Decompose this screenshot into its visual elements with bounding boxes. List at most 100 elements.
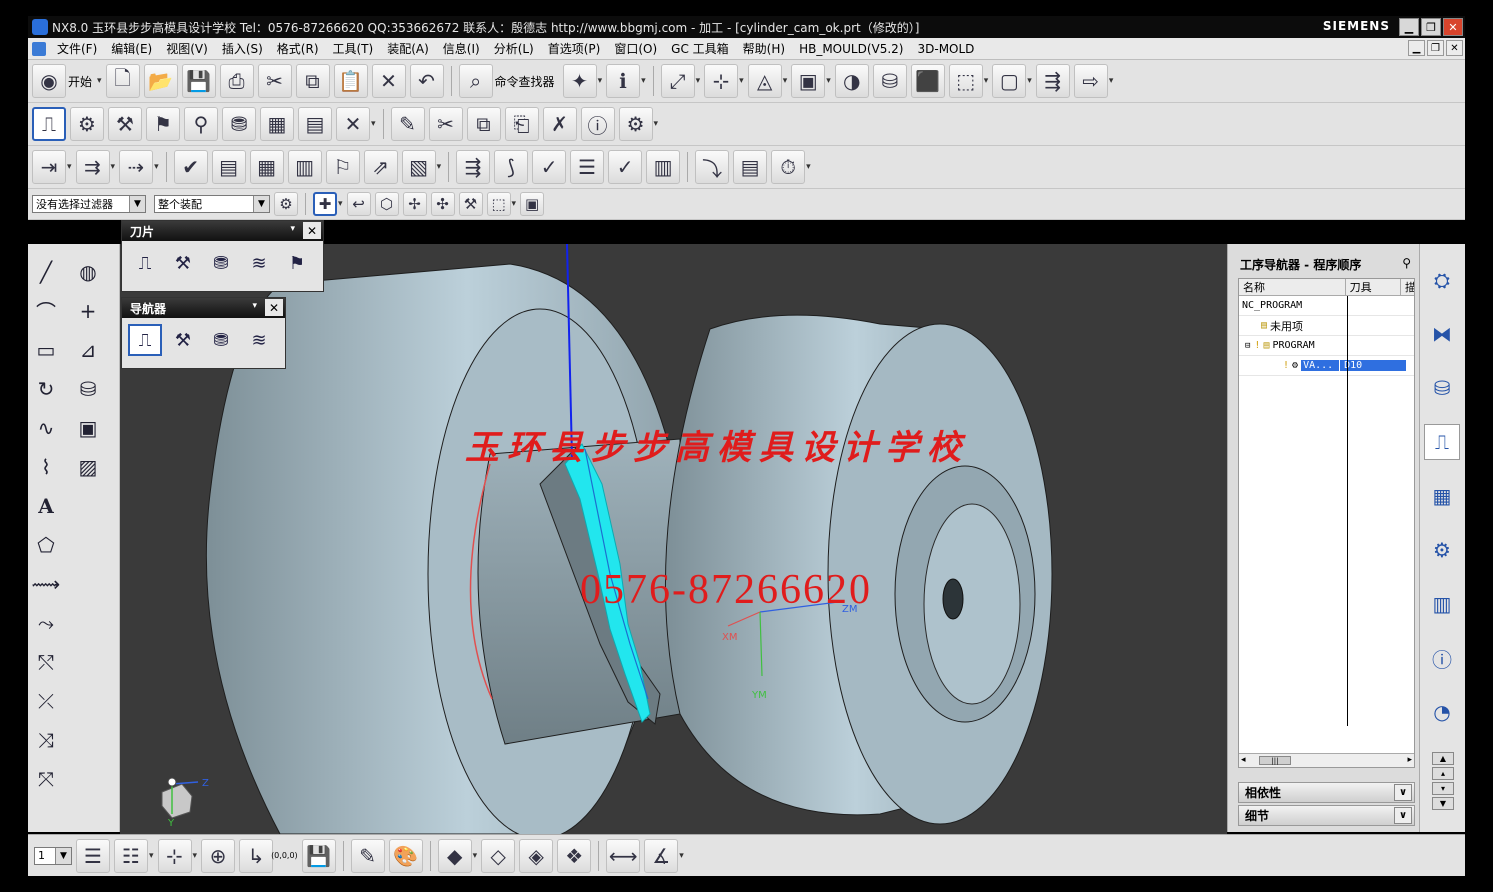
- geometry-view-icon[interactable]: ⛃: [204, 247, 238, 279]
- shaded-cube-icon[interactable]: ▣: [791, 64, 826, 98]
- cancel-icon[interactable]: ✕: [336, 107, 370, 141]
- system-info-icon[interactable]: ⓘ: [1424, 640, 1460, 676]
- import-icon[interactable]: ⤵: [695, 150, 730, 184]
- menu-file[interactable]: 文件(F): [50, 40, 104, 57]
- doc-close-button[interactable]: ✕: [1446, 40, 1463, 56]
- box-icon[interactable]: ▣: [72, 412, 104, 443]
- rectangle-icon[interactable]: ▭: [30, 334, 62, 365]
- type-filter-select[interactable]: 没有选择过滤器 ▼: [32, 195, 146, 213]
- properties-icon[interactable]: ⚙: [618, 107, 653, 141]
- scope-select[interactable]: 整个装配 ▼: [154, 195, 270, 213]
- constraint-navigator-icon[interactable]: ⧓: [1424, 316, 1460, 352]
- measure-dropdown-icon[interactable]: ▾: [679, 851, 684, 861]
- transform-icon[interactable]: ⇨: [1073, 64, 1108, 98]
- menu-view[interactable]: 视图(V): [159, 40, 215, 57]
- menu-3d-mold[interactable]: 3D-MOLD: [910, 42, 981, 56]
- menu-edit[interactable]: 编辑(E): [104, 40, 159, 57]
- cancel-dropdown-icon[interactable]: ▾: [371, 119, 376, 129]
- snap-point-icon[interactable]: ✦: [562, 64, 597, 98]
- wcs-dropdown-icon[interactable]: ▾: [193, 851, 198, 861]
- work-layer-select[interactable]: 1 ▼: [34, 846, 72, 865]
- scissors-icon[interactable]: ✂: [257, 64, 292, 98]
- tree-row-operation[interactable]: ! ⚙ VA... D10: [1239, 356, 1414, 376]
- menu-help[interactable]: 帮助(H): [736, 40, 792, 57]
- wcs-icon[interactable]: ⊹: [704, 64, 739, 98]
- datum-icon[interactable]: ⊿: [72, 334, 104, 365]
- undo-selection-icon[interactable]: ↩: [346, 192, 371, 216]
- layer-settings-icon[interactable]: ☰: [76, 838, 110, 873]
- block-wire-icon[interactable]: ⬚: [948, 64, 983, 98]
- geometry-view-icon[interactable]: ⛃: [204, 324, 238, 356]
- shop-doc-icon[interactable]: ▦: [249, 150, 284, 184]
- shape-icon[interactable]: ⬠: [30, 529, 62, 560]
- navigator-palette-header[interactable]: 导航器 ▾ ✕: [122, 298, 285, 318]
- tree-row-unused[interactable]: ▤ 未用项: [1239, 316, 1414, 336]
- delete-object-icon[interactable]: ✗: [542, 107, 577, 141]
- wcs-dynamics-icon[interactable]: ⊹: [157, 838, 192, 873]
- menu-hb-mould[interactable]: HB_MOULD(V5.2): [792, 42, 910, 56]
- start-dropdown-icon[interactable]: ▾: [97, 76, 102, 86]
- postprocess-icon[interactable]: ▤: [211, 150, 246, 184]
- col-header-name[interactable]: 名称: [1239, 279, 1346, 295]
- navigator-horizontal-scrollbar[interactable]: ◂ ||| ▸: [1239, 753, 1414, 767]
- operation-navigator-icon[interactable]: ⎍: [1424, 424, 1460, 460]
- start-button-label[interactable]: 开始: [68, 73, 92, 90]
- mesh-icon[interactable]: ▨: [72, 451, 104, 482]
- measure-angle-icon[interactable]: ∡: [644, 838, 679, 873]
- trim-curve-icon[interactable]: ⤫: [30, 685, 62, 716]
- create-method-icon[interactable]: ⚲: [184, 107, 218, 141]
- studio-spline-icon[interactable]: ⌇: [30, 451, 62, 482]
- web-browser-icon[interactable]: ◔: [1424, 694, 1460, 730]
- palette-close-icon[interactable]: ✕: [265, 299, 283, 316]
- copy-icon[interactable]: ⧉: [295, 64, 330, 98]
- generate-toolpath-icon[interactable]: ⇥: [32, 150, 66, 184]
- wand-icon[interactable]: ⚑: [280, 247, 314, 279]
- machine-builder-icon[interactable]: ▦: [1424, 478, 1460, 514]
- assembly-navigator-icon[interactable]: ⛭: [1424, 262, 1460, 298]
- paste-object-icon[interactable]: ⎗: [504, 107, 539, 141]
- replay-dropdown-icon[interactable]: ▾: [111, 162, 116, 172]
- edit-object-display-icon[interactable]: ✎: [350, 838, 385, 873]
- minimize-button[interactable]: ▁: [1399, 18, 1419, 36]
- create-program-icon[interactable]: ▦: [260, 107, 294, 141]
- machine-tool-view-icon[interactable]: ⚙: [70, 107, 104, 141]
- menu-preferences[interactable]: 首选项(P): [541, 40, 608, 57]
- hide-icon[interactable]: ◇: [481, 838, 516, 873]
- orient-view-icon[interactable]: ◬: [747, 64, 782, 98]
- batch-icon[interactable]: ▧: [401, 150, 436, 184]
- orient-dropdown-icon[interactable]: ▾: [783, 76, 788, 86]
- palette-dropdown-icon[interactable]: ▾: [252, 301, 257, 311]
- menu-analysis[interactable]: 分析(L): [487, 40, 541, 57]
- information-icon[interactable]: ℹ: [606, 64, 641, 98]
- info-dropdown-icon[interactable]: ▾: [641, 76, 646, 86]
- menu-format[interactable]: 格式(R): [270, 40, 326, 57]
- open-folder-icon[interactable]: 📂: [143, 64, 178, 98]
- model-canvas[interactable]: [120, 244, 1227, 834]
- feature-select-icon[interactable]: ⚒: [458, 192, 483, 216]
- block-dropdown-icon[interactable]: ▾: [984, 76, 989, 86]
- fit-dropdown-icon[interactable]: ▾: [696, 76, 701, 86]
- method-view-icon[interactable]: ≋: [242, 324, 276, 356]
- col-header-tool[interactable]: 刀具: [1346, 279, 1401, 295]
- wcs-dropdown-icon[interactable]: ▾: [739, 76, 744, 86]
- copy-object-icon[interactable]: ⧉: [466, 107, 501, 141]
- program-icon[interactable]: ▤: [298, 107, 332, 141]
- offset-curve-icon[interactable]: ⟿: [30, 568, 62, 599]
- measure-distance-icon[interactable]: ⟷: [606, 838, 641, 873]
- snap-icon[interactable]: ✚: [313, 192, 337, 216]
- move-to-layer-icon[interactable]: ☷: [114, 838, 148, 873]
- list-dropdown-icon[interactable]: ▾: [154, 162, 159, 172]
- print-icon[interactable]: ⎙: [219, 64, 254, 98]
- view-triad-cube[interactable]: [161, 783, 193, 819]
- palette-dropdown-icon[interactable]: ▾: [290, 224, 295, 234]
- close-button[interactable]: ✕: [1443, 18, 1463, 36]
- graphics-window[interactable]: 玉环县步步高模具设计学校 0576-87266620 XM ZM YM Z Y: [120, 244, 1227, 834]
- scroll-right-icon[interactable]: ▸: [1407, 755, 1412, 765]
- report-icon[interactable]: ▤: [733, 150, 768, 184]
- clock-dropdown-icon[interactable]: ▾: [806, 162, 811, 172]
- plus-point-icon[interactable]: +: [72, 295, 104, 326]
- absolute-origin-icon[interactable]: ↳: [239, 838, 274, 873]
- show-all-icon[interactable]: ❖: [557, 838, 592, 873]
- flag-icon[interactable]: ⚐: [325, 150, 360, 184]
- half-disk-icon[interactable]: ◑: [834, 64, 869, 98]
